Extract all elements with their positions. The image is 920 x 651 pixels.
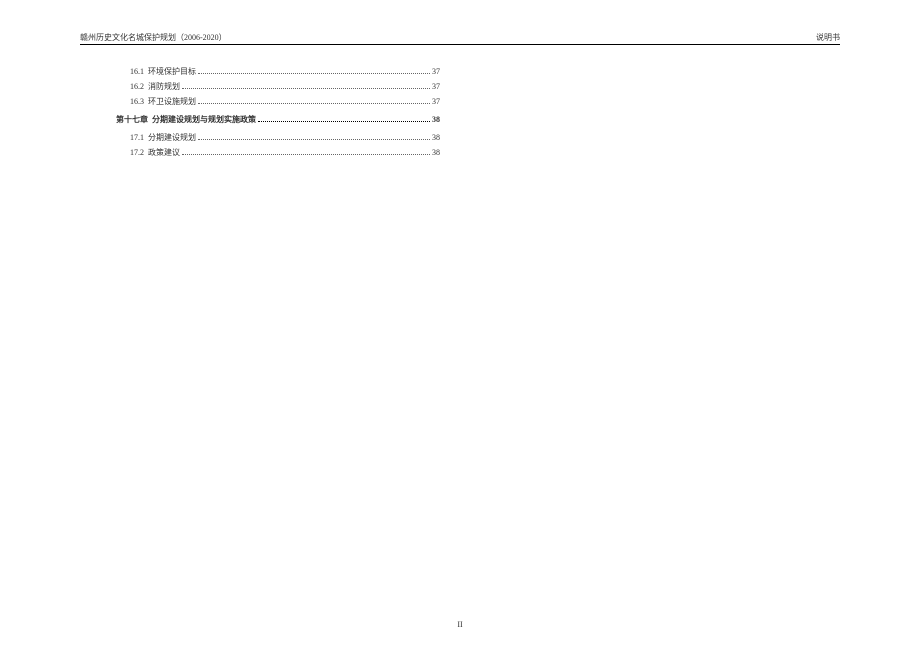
- toc-page: 37: [432, 81, 440, 93]
- toc-page: 38: [432, 114, 440, 126]
- toc-leader: [258, 121, 430, 122]
- header-title-right: 说明书: [816, 32, 840, 43]
- toc-number: 16.1: [130, 66, 144, 78]
- toc-entry: 17.2 政策建议 38: [130, 147, 440, 159]
- toc-text: 政策建议: [148, 147, 180, 159]
- toc-chapter: 第十七章 分期建设规划与规划实施政策 38: [116, 114, 440, 126]
- toc-page: 37: [432, 66, 440, 78]
- toc-entry: 16.1 环境保护目标 37: [130, 66, 440, 78]
- page-footer: II: [0, 620, 920, 629]
- toc-page: 38: [432, 147, 440, 159]
- page-number: II: [457, 620, 462, 629]
- toc-leader: [198, 139, 430, 140]
- toc-page: 37: [432, 96, 440, 108]
- toc-text: 环境保护目标: [148, 66, 196, 78]
- toc-number: 17.1: [130, 132, 144, 144]
- toc-leader: [198, 103, 430, 104]
- toc-text: 环卫设施规划: [148, 96, 196, 108]
- toc-entry: 16.2 消防规划 37: [130, 81, 440, 93]
- toc-content: 16.1 环境保护目标 37 16.2 消防规划 37 16.3 环卫设施规划 …: [130, 66, 440, 162]
- toc-entry: 16.3 环卫设施规划 37: [130, 96, 440, 108]
- toc-number: 16.2: [130, 81, 144, 93]
- toc-number: 17.2: [130, 147, 144, 159]
- toc-leader: [182, 88, 430, 89]
- toc-entry: 17.1 分期建设规划 38: [130, 132, 440, 144]
- toc-leader: [198, 73, 430, 74]
- toc-leader: [182, 154, 430, 155]
- toc-number: 16.3: [130, 96, 144, 108]
- toc-text: 分期建设规划: [148, 132, 196, 144]
- toc-text: 消防规划: [148, 81, 180, 93]
- header-title-left: 赣州历史文化名城保护规划（2006-2020）: [80, 32, 227, 43]
- toc-text: 分期建设规划与规划实施政策: [152, 114, 256, 126]
- toc-number: 第十七章: [116, 114, 148, 126]
- page-header: 赣州历史文化名城保护规划（2006-2020） 说明书: [80, 32, 840, 43]
- header-rule: [80, 44, 840, 45]
- toc-page: 38: [432, 132, 440, 144]
